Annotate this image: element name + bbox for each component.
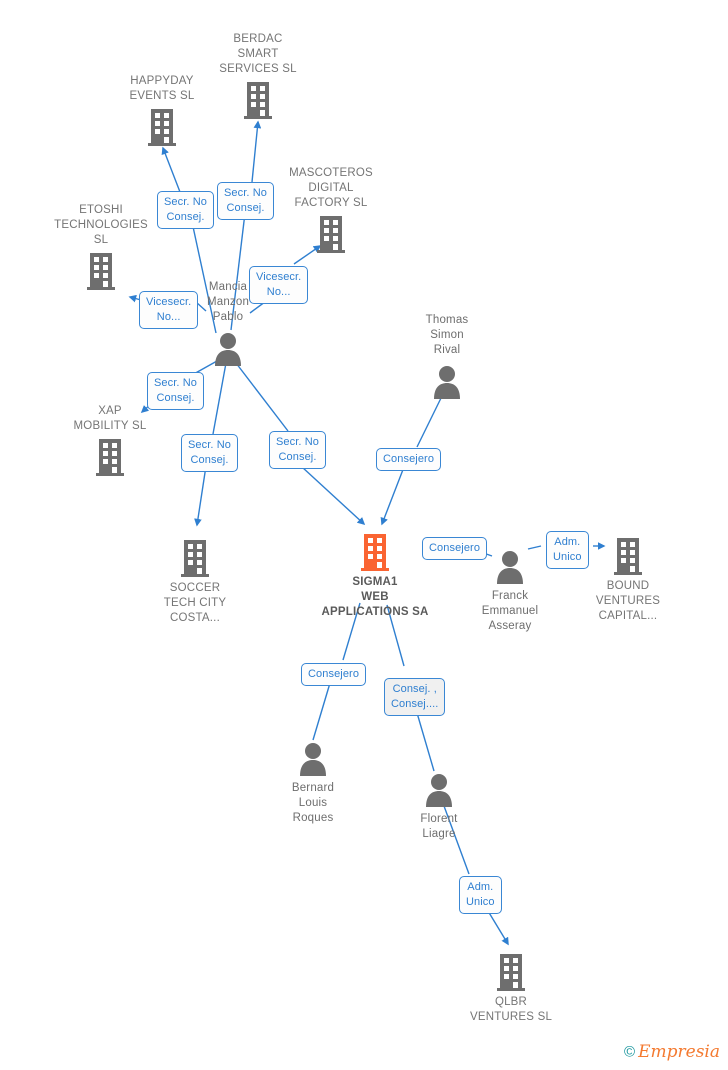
node-label-etoshi: ETOSHI TECHNOLOGIES SL bbox=[54, 204, 148, 246]
node-florent[interactable]: Florent Liagre bbox=[379, 767, 499, 842]
edge-mancia-sigma1-upper bbox=[235, 362, 289, 432]
edge-label-florent-sigma1[interactable]: Consej. , Consej.... bbox=[384, 678, 446, 716]
edge-bernard-sigma1-lower bbox=[312, 682, 331, 741]
person-icon-thomas bbox=[387, 359, 507, 403]
edge-label-mancia-sigma1[interactable]: Secr. No Consej. bbox=[269, 431, 326, 469]
node-etoshi[interactable]: ETOSHI TECHNOLOGIES SL bbox=[41, 203, 161, 293]
building-icon-xap bbox=[50, 435, 170, 479]
node-label-florent: Florent Liagre bbox=[420, 813, 458, 840]
node-label-bernard: Bernard Louis Roques bbox=[291, 782, 335, 824]
building-icon-qlbr bbox=[451, 950, 571, 994]
building-icon-soccer bbox=[135, 536, 255, 580]
edge-mancia-sigma1-lower bbox=[301, 466, 366, 526]
node-label-qlbr: QLBR VENTURES SL bbox=[469, 996, 553, 1023]
edge-label-mancia-berdac[interactable]: Secr. No Consej. bbox=[217, 182, 274, 220]
node-soccer[interactable]: SOCCER TECH CITY COSTA... bbox=[135, 536, 255, 626]
edge-label-thomas-sigma1[interactable]: Consejero bbox=[376, 448, 442, 471]
node-label-mascoteros: MASCOTEROS DIGITAL FACTORY SL bbox=[289, 167, 373, 209]
edge-mancia-happyday-upper bbox=[161, 146, 181, 193]
node-label-thomas: Thomas Simon Rival bbox=[425, 314, 469, 356]
node-bernard[interactable]: Bernard Louis Roques bbox=[253, 736, 373, 826]
copyright-icon: © bbox=[624, 1043, 636, 1061]
person-icon-bernard bbox=[253, 736, 373, 780]
node-berdac[interactable]: BERDAC SMART SERVICES SL bbox=[198, 32, 318, 122]
edge-label-franck-bound[interactable]: Adm. Unico bbox=[546, 531, 589, 569]
node-thomas[interactable]: Thomas Simon Rival bbox=[387, 313, 507, 403]
edge-label-bernard-sigma1[interactable]: Consejero bbox=[301, 663, 367, 686]
node-xap[interactable]: XAP MOBILITY SL bbox=[50, 404, 170, 479]
node-sigma1[interactable]: SIGMA1 WEB APPLICATIONS SA bbox=[315, 530, 435, 620]
edge-label-mancia-mascoteros[interactable]: Vicesecr. No... bbox=[249, 266, 309, 304]
node-label-sigma1: SIGMA1 WEB APPLICATIONS SA bbox=[321, 576, 429, 618]
empresia-watermark: © Empresia bbox=[624, 1042, 720, 1062]
person-icon-mancia bbox=[168, 326, 288, 370]
building-icon-sigma1 bbox=[315, 530, 435, 574]
edge-label-mancia-xap[interactable]: Secr. No Consej. bbox=[147, 372, 204, 410]
edge-label-florent-qlbr[interactable]: Adm. Unico bbox=[459, 876, 502, 914]
building-icon-mascoteros bbox=[271, 212, 391, 256]
node-label-bound: BOUND VENTURES CAPITAL... bbox=[595, 580, 661, 622]
empresia-logo: Empresia bbox=[638, 1042, 720, 1062]
edge-mancia-berdac-upper bbox=[251, 120, 262, 183]
edge-label-franck-sigma1[interactable]: Consejero bbox=[422, 537, 488, 560]
edge-label-mancia-etoshi[interactable]: Vicesecr. No... bbox=[139, 291, 199, 329]
node-label-berdac: BERDAC SMART SERVICES SL bbox=[219, 33, 297, 75]
edge-label-mancia-soccer[interactable]: Secr. No Consej. bbox=[181, 434, 238, 472]
edge-mancia-soccer-lower bbox=[194, 465, 207, 527]
edge-mancia-soccer-upper bbox=[212, 362, 227, 435]
node-qlbr[interactable]: QLBR VENTURES SL bbox=[451, 950, 571, 1025]
edge-label-mancia-happyday[interactable]: Secr. No Consej. bbox=[157, 191, 214, 229]
edge-thomas-sigma1-lower bbox=[380, 466, 405, 526]
node-mascoteros[interactable]: MASCOTEROS DIGITAL FACTORY SL bbox=[271, 166, 391, 256]
node-label-soccer: SOCCER TECH CITY COSTA... bbox=[163, 582, 227, 624]
building-icon-etoshi bbox=[41, 249, 161, 293]
building-icon-berdac bbox=[198, 78, 318, 122]
person-icon-florent bbox=[379, 767, 499, 811]
node-label-franck: Franck Emmanuel Asseray bbox=[481, 590, 539, 632]
